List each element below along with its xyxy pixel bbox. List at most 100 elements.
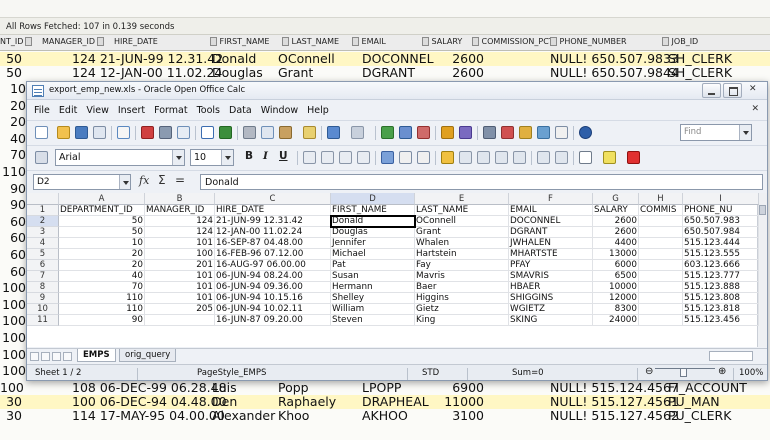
header-cell[interactable]: COMMIS [639, 205, 683, 216]
column-header-g[interactable]: G [593, 193, 639, 205]
data-cell[interactable]: 12-JAN-00 11.02.24 [215, 227, 331, 238]
scroll-thumb[interactable] [759, 205, 766, 215]
row-header[interactable]: 4 [27, 238, 59, 249]
data-cell[interactable]: 8300 [593, 304, 639, 315]
menu-window[interactable]: Window [261, 105, 298, 116]
email-icon[interactable] [93, 126, 106, 139]
column-header-f[interactable]: F [509, 193, 593, 205]
header-cell[interactable]: FIRST_NAME [331, 205, 415, 216]
data-cell[interactable]: Baer [415, 282, 509, 293]
data-cell[interactable]: 124 [145, 216, 215, 227]
underline-button[interactable]: U [279, 150, 288, 162]
data-cell[interactable]: 50 [59, 216, 145, 227]
column-header-b[interactable]: B [145, 193, 215, 205]
navigator-icon[interactable] [501, 126, 514, 139]
clone-formatting-icon[interactable] [303, 126, 316, 139]
window-titlebar[interactable]: export_emp_new.xls - Oracle Open Office … [27, 82, 767, 100]
menu-help[interactable]: Help [307, 105, 329, 116]
align-center-icon[interactable] [321, 151, 334, 164]
data-cell[interactable]: 515.123.808 [683, 293, 759, 304]
row-header[interactable]: 7 [27, 271, 59, 282]
menu-data[interactable]: Data [229, 105, 252, 116]
column-menu-icon[interactable] [25, 37, 33, 46]
data-cell[interactable] [639, 271, 683, 282]
data-cell[interactable] [145, 315, 215, 326]
header-cell[interactable]: MANAGER_ID [145, 205, 215, 216]
data-cell[interactable]: Steven [331, 315, 415, 326]
results-cell[interactable]: 20 [0, 98, 26, 113]
data-cell[interactable]: 20 [59, 249, 145, 260]
row-header[interactable]: 11 [27, 315, 59, 326]
percent-format-icon[interactable] [459, 151, 472, 164]
data-cell[interactable]: 2600 [593, 227, 639, 238]
font-color-icon[interactable] [627, 151, 640, 164]
menu-view[interactable]: View [86, 105, 109, 116]
currency-format-icon[interactable] [441, 151, 454, 164]
calc-window[interactable]: export_emp_new.xls - Oracle Open Office … [26, 81, 768, 381]
paste-icon[interactable] [279, 126, 292, 139]
font-size-dropdown-icon[interactable] [221, 150, 233, 165]
data-cell[interactable]: 90 [59, 315, 145, 326]
data-cell[interactable]: 101 [145, 271, 215, 282]
results-cell[interactable]: 100 [0, 331, 26, 345]
sum-icon[interactable]: Σ [158, 173, 166, 187]
new-document-icon[interactable] [35, 126, 48, 139]
column-header-salary[interactable]: SALARY [420, 37, 462, 46]
help-icon[interactable] [579, 126, 592, 139]
data-cell[interactable]: 10 [59, 238, 145, 249]
data-cell[interactable]: 12000 [593, 293, 639, 304]
column-header-i[interactable]: I [683, 193, 759, 205]
data-cell[interactable]: 06-JUN-94 09.36.00 [215, 282, 331, 293]
tab-emps[interactable]: EMPS [77, 349, 116, 362]
data-cell[interactable]: Grant [415, 227, 509, 238]
header-cell[interactable]: EMAIL [509, 205, 593, 216]
data-cell[interactable]: 100 [145, 249, 215, 260]
data-cell[interactable]: 515.123.818 [683, 304, 759, 315]
cut-icon[interactable] [243, 126, 256, 139]
close-button[interactable] [744, 83, 763, 98]
header-cell[interactable]: LAST_NAME [415, 205, 509, 216]
data-cell[interactable]: 6000 [593, 260, 639, 271]
save-icon[interactable] [75, 126, 88, 139]
column-header-c[interactable]: C [215, 193, 331, 205]
data-cell[interactable]: 603.123.666 [683, 260, 759, 271]
menu-edit[interactable]: Edit [59, 105, 77, 116]
column-header-last-name[interactable]: LAST_NAME [280, 37, 339, 46]
vertical-align-icon[interactable] [417, 151, 430, 164]
column-header-hire-date[interactable]: HIRE_DATE [114, 37, 158, 46]
column-menu-icon[interactable] [422, 37, 429, 46]
results-cell[interactable]: 40 [0, 131, 26, 146]
align-right-icon[interactable] [339, 151, 352, 164]
row-header[interactable]: 6 [27, 260, 59, 271]
column-header-commission[interactable]: COMMISSION_PCT [470, 37, 554, 46]
data-cell[interactable]: MHARTSTE [509, 249, 593, 260]
column-header-manager-id[interactable]: MANAGER_ID [42, 37, 105, 46]
header-cell[interactable]: SALARY [593, 205, 639, 216]
function-wizard-icon[interactable]: fx [139, 174, 149, 187]
first-sheet-nav-icon[interactable] [30, 352, 39, 361]
maximize-button[interactable] [723, 83, 742, 98]
print-icon[interactable] [159, 126, 172, 139]
last-sheet-nav-icon[interactable] [63, 352, 72, 361]
data-cell[interactable]: 205 [145, 304, 215, 315]
data-cell[interactable]: 21-JUN-99 12.31.42 [215, 216, 331, 227]
column-menu-icon[interactable] [352, 37, 359, 46]
data-cell[interactable]: 515.123.456 [683, 315, 759, 326]
column-header-a[interactable]: A [59, 193, 145, 205]
formula-equals-icon[interactable]: = [175, 173, 185, 187]
zoom-out-icon[interactable]: ⊖ [645, 366, 653, 377]
column-menu-icon[interactable] [472, 37, 479, 46]
results-row[interactable]: 30 100 06-DEC-94 04.48.00 Den Raphaely D… [0, 395, 770, 409]
tab-orig-query[interactable]: orig_query [119, 349, 177, 362]
spellcheck-icon[interactable] [201, 126, 214, 139]
decrease-indent-icon[interactable] [537, 151, 550, 164]
data-cell[interactable]: Susan [331, 271, 415, 282]
data-cell[interactable]: 2600 [593, 216, 639, 227]
font-name-dropdown-icon[interactable] [172, 150, 184, 165]
header-cell[interactable]: DEPARTMENT_ID [59, 205, 145, 216]
results-cell[interactable]: 90 [0, 181, 26, 196]
data-cell[interactable]: 101 [145, 238, 215, 249]
results-cell[interactable]: 10 [0, 82, 26, 96]
data-cell[interactable]: Hermann [331, 282, 415, 293]
data-cell[interactable]: 06-JUN-94 08.24.00 [215, 271, 331, 282]
